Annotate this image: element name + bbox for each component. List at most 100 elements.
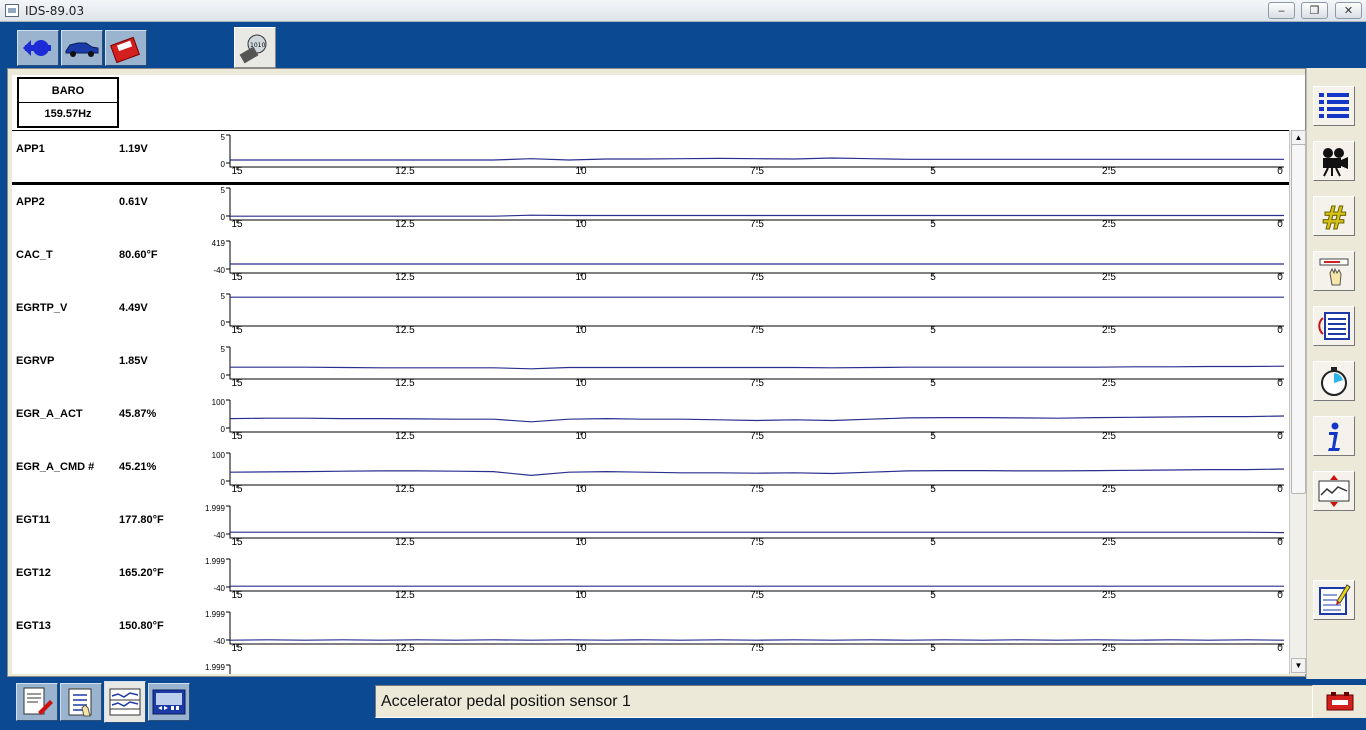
pid-trace-line [230, 365, 1285, 370]
pid-row[interactable]: EGR_A_ACT 45.87% 100 0 15 12.5 10 7.5 5 2.5 0 [12, 396, 1289, 449]
pid-graph [226, 452, 1285, 488]
pid-row[interactable]: EGR_A_CMD #45.21% 100 0 15 12.5 10 7.5 5 2.5 0 [12, 449, 1289, 502]
pid-row[interactable]: APP2 0.61V 5 0 15 12.5 10 7.5 5 2.5 0 [12, 184, 1289, 237]
x-tick-label: 12.5 [395, 378, 415, 389]
close-button[interactable]: ✕ [1335, 2, 1362, 19]
x-tick-label: 7.5 [750, 537, 764, 548]
x-tick-label: 0 [1277, 537, 1283, 548]
graph-scale-button[interactable] [1313, 471, 1355, 511]
checklist-button[interactable] [60, 683, 102, 721]
pid-graph [226, 399, 1285, 435]
datalogger-tab[interactable]: 1010 [234, 27, 276, 68]
baro-readout[interactable]: BARO 159.57Hz [17, 77, 119, 128]
sort-pids-button[interactable] [1313, 306, 1355, 346]
pid-graph-list: APP1 1.19V 5 0 15 12.5 10 7.5 5 2.5 0 APP2 0.61V 5 0 15… [12, 130, 1289, 674]
scroll-down-button[interactable]: ▼ [1291, 658, 1306, 673]
pid-row[interactable]: CAC_T 80.60°F 419 -40 15 12.5 10 7.5 5 2.5 0 [12, 237, 1289, 290]
back-arrow-icon [23, 40, 51, 56]
numeric-view-button[interactable]: # [1313, 196, 1355, 236]
x-tick-label: 7.5 [750, 378, 764, 389]
graph-axis [226, 452, 1284, 486]
sort-list-icon [1318, 312, 1350, 340]
notes-button[interactable] [1313, 580, 1355, 620]
minimize-button[interactable]: ‒ [1268, 2, 1295, 19]
x-tick-label: 0 [1277, 325, 1283, 336]
window-title: IDS-89.03 [25, 4, 85, 18]
x-tick-label: 2.5 [1102, 590, 1116, 601]
x-tick-label: 12.5 [395, 431, 415, 442]
title-bar: IDS-89.03 ‒ ❐ ✕ [0, 0, 1366, 22]
x-tick-label: 7.5 [750, 219, 764, 230]
x-tick-label: 10 [575, 537, 587, 548]
x-tick-label: 12.5 [395, 537, 415, 548]
playback-button[interactable] [148, 683, 190, 721]
record-button[interactable] [1313, 141, 1355, 181]
scroll-up-button[interactable]: ▲ [1291, 130, 1306, 145]
pid-row[interactable]: EGT11 177.80°F 1.999 -40 15 12.5 10 7.5 5 2.5 0 [12, 502, 1289, 555]
x-tick-label: 0 [1277, 590, 1283, 601]
checklist-icon [68, 688, 92, 717]
hand-trigger-icon [1319, 258, 1349, 286]
pid-row[interactable]: EGRVP 1.85V 5 0 15 12.5 10 7.5 5 2.5 0 [12, 343, 1289, 396]
info-button[interactable] [1313, 416, 1355, 456]
x-tick-label: 2.5 [1102, 378, 1116, 389]
x-tick-label: 15 [231, 272, 243, 283]
x-tick-label: 0 [1277, 378, 1283, 389]
x-tick-label: 0 [1277, 166, 1283, 177]
playback-icon [152, 689, 186, 715]
x-tick-label: 5 [930, 325, 936, 336]
x-tick-label: 7.5 [750, 590, 764, 601]
graph-axis [226, 240, 1284, 274]
x-tick-label: 0 [1277, 431, 1283, 442]
trigger-button[interactable] [1313, 251, 1355, 291]
graph-scrollbar[interactable]: ▲ ▼ [1289, 130, 1306, 674]
pid-trace-line [229, 468, 1285, 477]
pid-description: Accelerator pedal position sensor 1 [375, 685, 1313, 718]
vehicle-button[interactable] [61, 30, 103, 66]
pid-row[interactable]: EGRTP_V 4.49V 5 0 15 12.5 10 7.5 5 2.5 0 [12, 290, 1289, 343]
graph-axis [226, 611, 1284, 645]
back-button[interactable] [17, 30, 59, 66]
svg-text:#: # [1321, 200, 1348, 232]
pid-chart-tab[interactable] [104, 681, 146, 723]
x-tick-label: 10 [575, 166, 587, 177]
x-tick-label: 15 [231, 537, 243, 548]
x-tick-label: 12.5 [395, 272, 415, 283]
restore-button[interactable]: ❐ [1301, 2, 1328, 19]
x-tick-label: 15 [231, 484, 243, 495]
x-tick-label: 2.5 [1102, 431, 1116, 442]
notepad-icon [1319, 584, 1351, 615]
pid-row[interactable]: EGT13 150.80°F 1.999 -40 15 12.5 10 7.5 5 2.5 0 [12, 608, 1289, 661]
graph-axis [226, 505, 1284, 539]
x-tick-label: 15 [231, 590, 243, 601]
pid-row[interactable]: EGT14119.30°F1.999-401512.5107.552.50 [12, 661, 1289, 674]
x-tick-label: 0 [1277, 219, 1283, 230]
toolbox-button[interactable] [105, 30, 147, 66]
x-tick-label: 10 [575, 643, 587, 654]
pid-trace-line [230, 157, 1284, 161]
pid-graph [226, 346, 1285, 382]
x-tick-label: 12.5 [395, 590, 415, 601]
x-tick-label: 10 [575, 272, 587, 283]
pid-graph [226, 505, 1285, 541]
x-tick-label: 15 [231, 431, 243, 442]
x-tick-label: 2.5 [1102, 484, 1116, 495]
datalogger-icon: 1010 [239, 34, 267, 63]
scroll-thumb[interactable] [1291, 144, 1306, 494]
report-button[interactable] [16, 683, 58, 721]
pid-row[interactable]: EGT12 165.20°F 1.999 -40 15 12.5 10 7.5 5 2.5 0 [12, 555, 1289, 608]
x-tick-label: 7.5 [750, 325, 764, 336]
pid-graph [226, 293, 1284, 329]
timer-button[interactable] [1313, 361, 1355, 401]
x-tick-label: 0 [1277, 484, 1283, 495]
baro-label: BARO [19, 79, 117, 103]
stopwatch-icon [1321, 367, 1347, 396]
x-tick-label: 12.5 [395, 484, 415, 495]
pid-row[interactable]: APP1 1.19V 5 0 15 12.5 10 7.5 5 2.5 0 [12, 131, 1289, 185]
x-tick-label: 7.5 [750, 166, 764, 177]
pid-trace-line [229, 415, 1285, 423]
pid-list-button[interactable] [1313, 86, 1355, 126]
battery-status [1313, 685, 1366, 718]
x-tick-label: 12.5 [395, 643, 415, 654]
x-tick-label: 5 [930, 219, 936, 230]
